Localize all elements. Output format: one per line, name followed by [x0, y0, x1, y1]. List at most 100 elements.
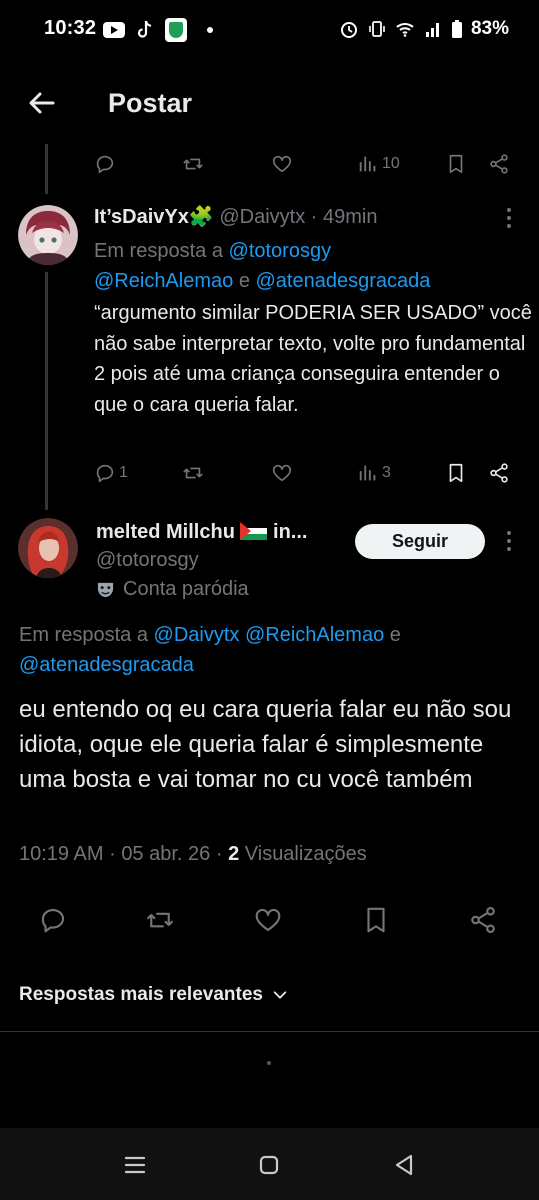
bookmark-icon — [367, 907, 385, 933]
status-bar: 10:32 83% — [0, 0, 539, 60]
system-navigation-bar — [0, 1128, 539, 1200]
share-icon — [490, 154, 508, 174]
replies-sort-dropdown[interactable]: Respostas mais relevantes — [19, 984, 289, 1006]
reply-conjunction: e — [238, 270, 250, 292]
like-button[interactable] — [253, 905, 287, 939]
wifi-icon — [396, 23, 414, 37]
views-chart-icon — [359, 465, 376, 481]
divider — [0, 1031, 539, 1032]
divider — [0, 886, 539, 887]
views-count: 2 — [228, 843, 240, 865]
views-button[interactable]: 3 — [357, 460, 391, 486]
parody-label: Conta paródia — [96, 578, 249, 601]
status-time: 10:32 — [44, 17, 97, 39]
views-count: 3 — [382, 464, 391, 481]
previous-post-actions: 10 — [94, 151, 514, 177]
mention-link[interactable]: @Daivytx — [154, 624, 240, 646]
theater-mask-icon — [97, 582, 114, 598]
more-options-icon[interactable] — [499, 529, 519, 553]
reply-prefix: Em resposta a — [94, 240, 223, 262]
recent-apps-icon[interactable] — [122, 1152, 148, 1178]
top-app-bar: Postar — [0, 70, 539, 140]
author-display-name[interactable]: melted Millchu — [96, 521, 235, 543]
author-display-name-suffix[interactable]: in... — [273, 521, 307, 543]
tiktok-icon — [137, 20, 152, 38]
views-chart-icon — [359, 156, 376, 172]
bookmark-button[interactable] — [361, 905, 395, 939]
more-notifications-dot — [207, 27, 213, 33]
mention-link[interactable]: @atenadesgracada — [19, 654, 194, 676]
youtube-icon — [103, 22, 125, 38]
mention-link[interactable]: @ReichAlemao — [245, 624, 384, 646]
parody-label-text: Conta paródia — [123, 578, 249, 600]
heart-icon — [255, 908, 281, 932]
like-button[interactable] — [271, 460, 293, 486]
shield-app-icon — [165, 18, 187, 42]
vibrate-icon — [369, 21, 385, 37]
puzzle-emoji-icon: 🧩 — [188, 206, 214, 228]
heart-icon — [272, 464, 292, 482]
post-author-line: It’sDaivYx🧩 @Daivytx · 49min — [94, 204, 378, 229]
share-icon — [471, 906, 495, 934]
battery-percent: 83% — [470, 18, 509, 39]
loading-indicator — [267, 1061, 271, 1065]
views-button[interactable]: 10 — [357, 151, 400, 177]
author-display-name[interactable]: It’sDaivYx — [94, 206, 189, 228]
post-metadata: 10:19 AM · 05 abr. 26 · 2 Visualizações — [19, 843, 367, 866]
reply-button[interactable] — [94, 151, 116, 177]
share-button[interactable] — [488, 151, 510, 177]
follow-button[interactable]: Seguir — [355, 524, 485, 559]
status-notification-icons — [103, 18, 213, 42]
bookmark-button[interactable] — [445, 460, 467, 486]
views-label: Visualizações — [244, 843, 367, 865]
mention-link[interactable]: @ReichAlemao — [94, 270, 233, 292]
mention-link[interactable]: @atenadesgracada — [256, 270, 431, 292]
post-author-line: melted Millchu in... — [96, 521, 307, 544]
post-text: eu entendo oq eu cara queria falar eu nã… — [19, 696, 512, 793]
reply-context: Em resposta a @totorosgy @ReichAlemao e … — [94, 236, 534, 296]
alarm-icon — [340, 22, 357, 38]
reply-conjunction: e — [389, 624, 401, 646]
separator-dot: · — [215, 843, 223, 865]
page-title: Postar — [108, 88, 193, 118]
repost-icon — [183, 467, 203, 479]
reply-context: Em resposta a @Daivytx @ReichAlemao e @a… — [19, 620, 519, 680]
bookmark-icon — [449, 463, 463, 483]
reply-count: 1 — [119, 464, 128, 481]
bookmark-button[interactable] — [445, 151, 467, 177]
back-icon[interactable] — [391, 1152, 417, 1178]
author-handle[interactable]: @totorosgy — [96, 549, 199, 572]
thread-line-middle — [45, 272, 48, 510]
home-icon[interactable] — [256, 1152, 282, 1178]
views-count: 10 — [382, 155, 400, 172]
post-timestamp[interactable]: 49min — [323, 206, 377, 228]
reply-icon — [41, 908, 65, 933]
reply-icon — [96, 464, 114, 483]
share-button[interactable] — [488, 460, 510, 486]
post-time[interactable]: 10:19 AM — [19, 843, 104, 865]
separator-dot: · — [109, 843, 116, 865]
reply-icon — [96, 155, 114, 174]
avatar[interactable] — [18, 518, 78, 578]
back-arrow-icon[interactable] — [26, 87, 58, 119]
repost-button[interactable] — [182, 151, 204, 177]
repost-button[interactable] — [145, 905, 179, 939]
status-system-icons: 83% — [339, 18, 509, 40]
reply-button[interactable]: 1 — [94, 460, 128, 486]
author-handle[interactable]: @Daivytx — [219, 206, 305, 228]
sort-label: Respostas mais relevantes — [19, 984, 263, 1005]
avatar[interactable] — [18, 205, 78, 265]
focused-post-actions — [0, 905, 539, 945]
chevron-down-icon — [273, 991, 287, 999]
more-options-icon[interactable] — [499, 206, 519, 230]
post-actions: 1 3 — [94, 460, 514, 486]
post-date[interactable]: 05 abr. 26 — [121, 843, 210, 865]
reply-button[interactable] — [38, 905, 72, 939]
share-button[interactable] — [468, 905, 502, 939]
mention-link[interactable]: @totorosgy — [229, 240, 332, 262]
like-button[interactable] — [271, 151, 293, 177]
battery-icon — [451, 20, 462, 38]
post-text: “argumento similar PODERIA SER USADO” vo… — [94, 302, 532, 416]
repost-button[interactable] — [182, 460, 204, 486]
bookmark-icon — [449, 154, 463, 174]
